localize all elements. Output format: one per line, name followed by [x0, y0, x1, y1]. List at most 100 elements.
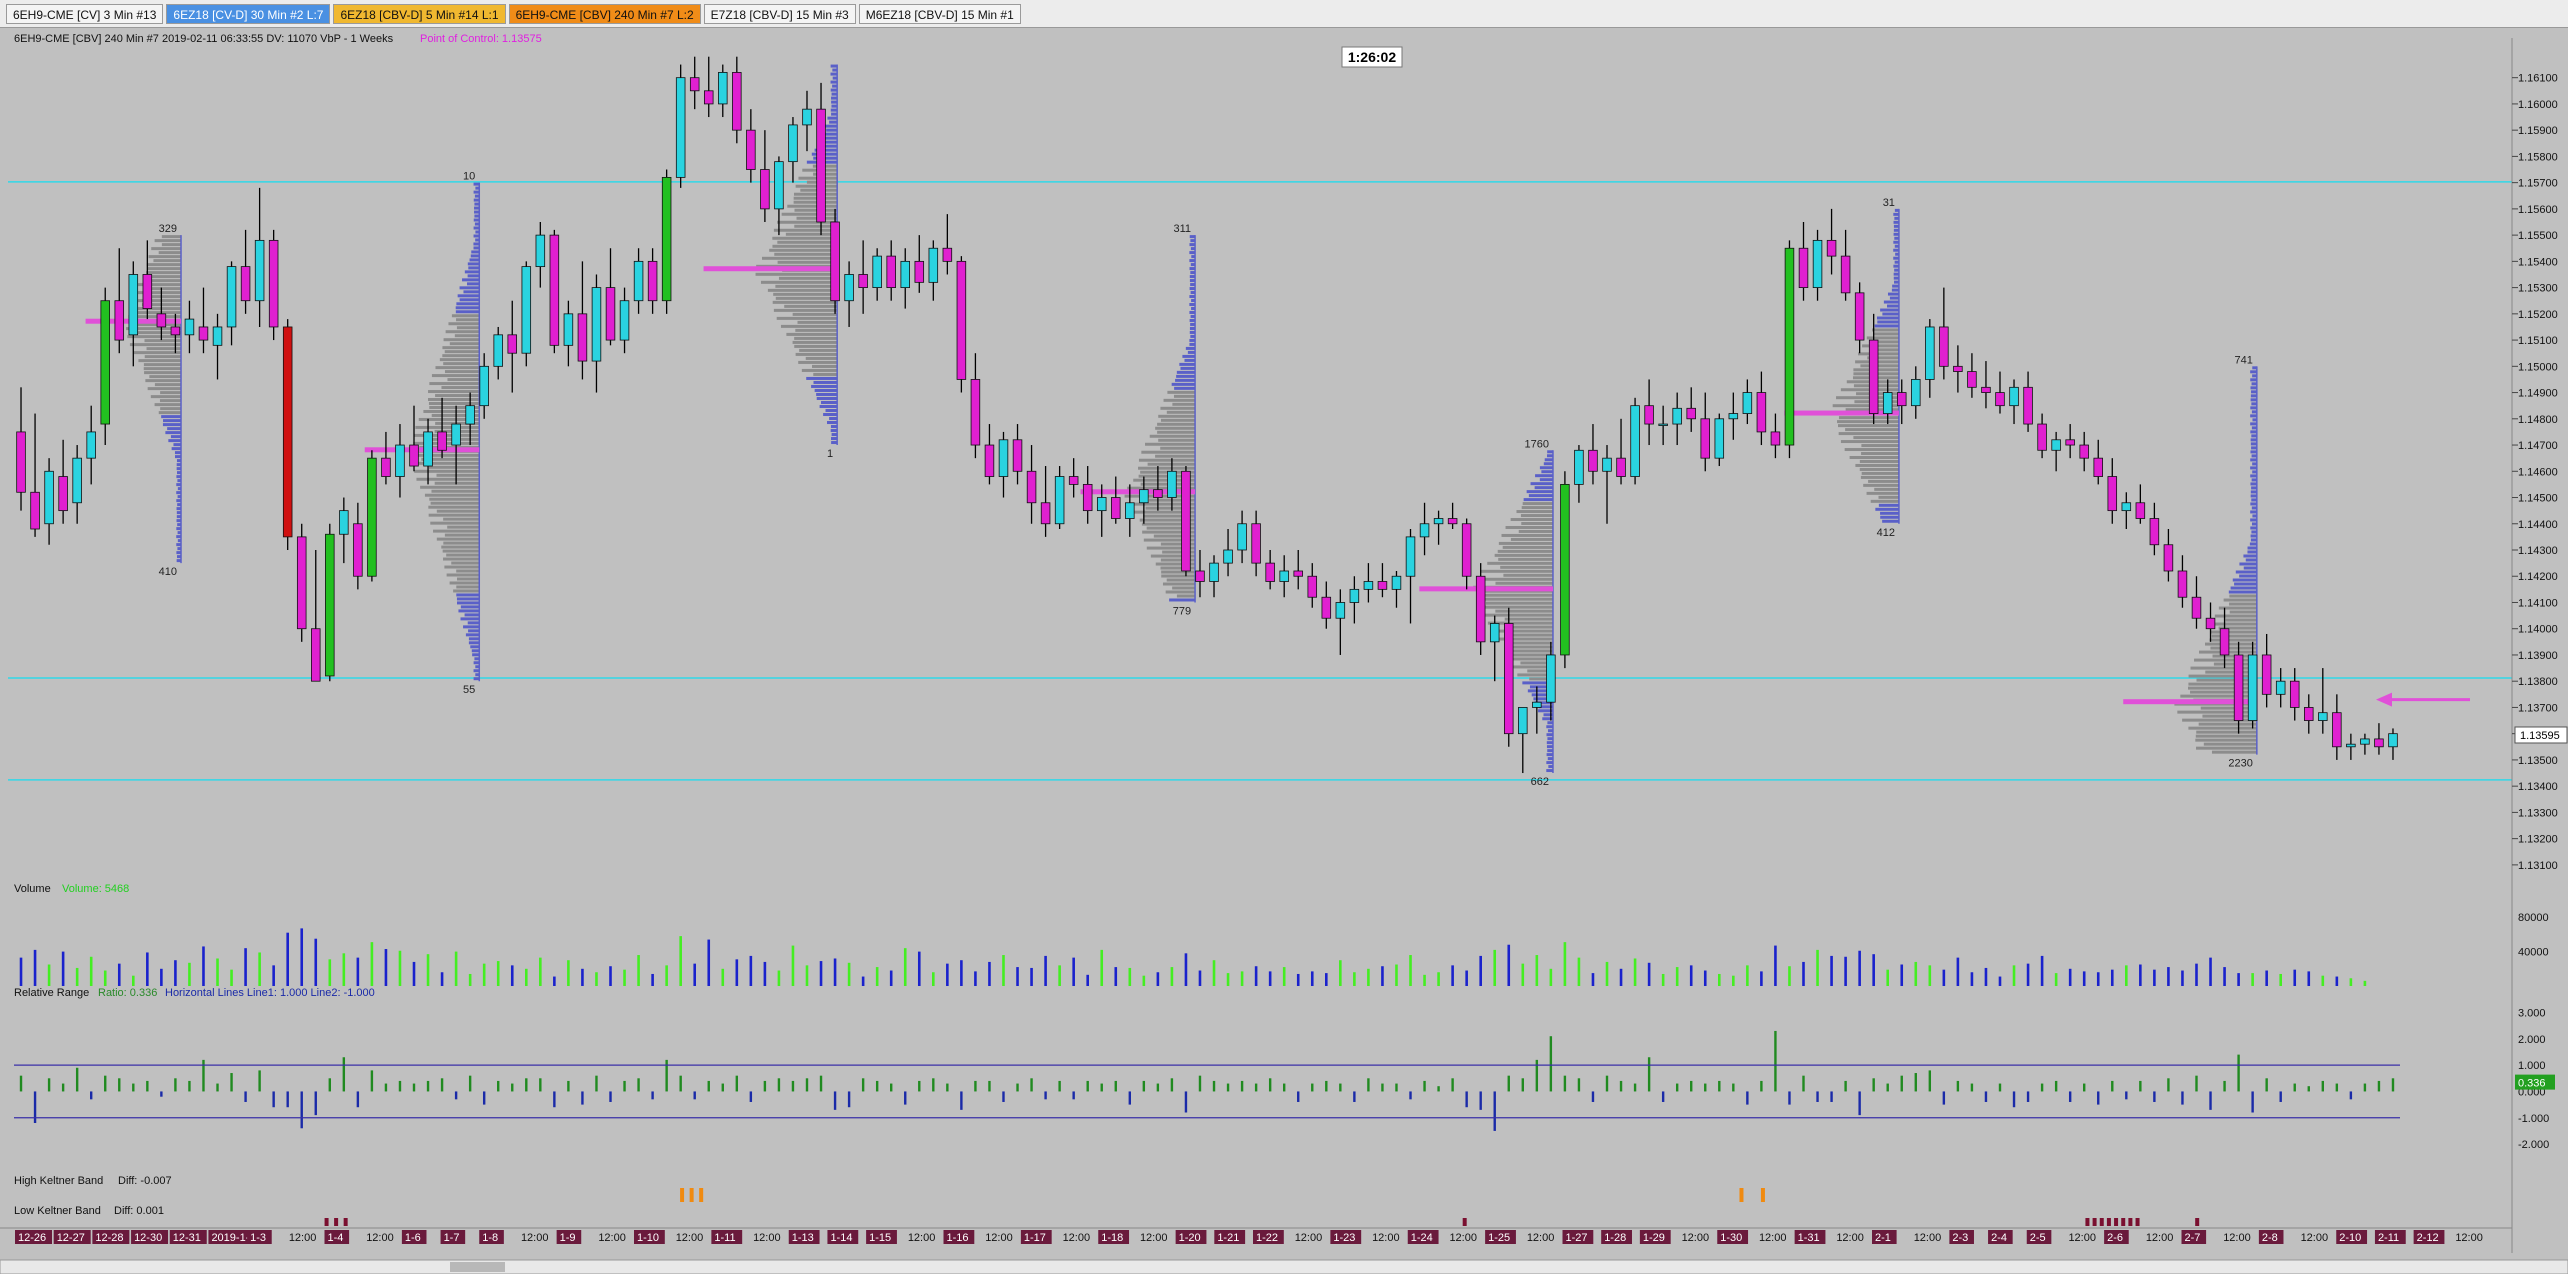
time-label: 1-21 [1217, 1232, 1239, 1244]
candle-body [1840, 255, 1851, 294]
time-label: 1-23 [1333, 1232, 1355, 1244]
profile-bar [2196, 730, 2257, 734]
chart-tab[interactable]: 6EZ18 [CV-D] 30 Min #2 L:7 [166, 3, 331, 24]
low-keltner-mark [343, 1218, 348, 1226]
profile-bar [429, 382, 480, 386]
high-keltner-mark [689, 1188, 694, 1202]
profile-bar [786, 332, 838, 336]
profile-bar [1172, 402, 1196, 406]
time-label: 2-8 [2262, 1232, 2278, 1244]
candle-body [1602, 457, 1612, 472]
candle-body [1153, 489, 1163, 498]
profile-bar [1840, 440, 1899, 444]
profile-bar [472, 653, 480, 657]
profile-bar [1837, 420, 1899, 424]
price-tick-label: 1.14500 [2518, 493, 2558, 505]
profile-bar [2239, 574, 2257, 578]
chart-tab[interactable]: 6EH9-CME [CBV] 240 Min #7 L:2 [508, 3, 701, 24]
profile-bar [456, 597, 480, 601]
candle-body [156, 313, 167, 328]
profile-bar [830, 80, 838, 84]
time-label: 12:00 [2146, 1232, 2174, 1244]
profile-bar [447, 525, 480, 529]
profile-bar [460, 605, 480, 609]
profile-bar [443, 338, 480, 342]
chart-tab[interactable]: 6EZ18 [CBV-D] 5 Min #14 L:1 [333, 3, 506, 24]
candle-body [619, 300, 630, 341]
profile-bar [1893, 228, 1899, 232]
profile-bar [416, 477, 480, 481]
profile-bar [1523, 498, 1553, 502]
horizontal-scrollbar[interactable] [0, 1259, 2568, 1274]
candle-body [1307, 575, 1318, 598]
profile-bar [441, 386, 480, 390]
profile-bar [1872, 328, 1899, 332]
profile-bar [1158, 414, 1196, 418]
candle-body [72, 457, 82, 504]
candle-body [254, 239, 265, 302]
time-label: 2-11 [2378, 1232, 2399, 1244]
candle-body [2318, 712, 2328, 721]
candle-body [44, 470, 54, 525]
profile-bar [171, 447, 182, 451]
profile-bar [1882, 312, 1899, 316]
candle-body [1265, 562, 1275, 582]
profile-bar [1189, 243, 1196, 247]
profile-bar [811, 364, 838, 368]
candle-body [1195, 570, 1205, 582]
profile-bar [146, 271, 182, 275]
profile-bar [473, 182, 480, 186]
profile-bar [454, 334, 480, 338]
profile-bar [1508, 649, 1553, 653]
profile-bar [775, 296, 838, 300]
profile-bar [148, 255, 182, 259]
profile-bar [473, 226, 480, 230]
time-label: 12:00 [1449, 1232, 1477, 1244]
profile-bar [760, 280, 838, 284]
profile-bar [798, 360, 838, 364]
price-tick-label: 1.15800 [2518, 151, 2558, 163]
profile-bar [1187, 350, 1196, 354]
time-label: 2-7 [2185, 1232, 2201, 1244]
high-keltner-mark [680, 1188, 685, 1202]
profile-bar [830, 72, 838, 76]
profile-bar [444, 370, 480, 374]
time-label: 1-17 [1024, 1232, 1046, 1244]
candle-body [58, 476, 68, 512]
profile-bar [1483, 597, 1553, 601]
price-tick-label: 1.14200 [2518, 571, 2558, 583]
profile-bar [1189, 338, 1196, 342]
candle-body [1419, 523, 1430, 538]
profile-bar [456, 569, 480, 573]
chart-tab[interactable]: 6EH9-CME [CV] 3 Min #13 [6, 3, 164, 24]
profile-bar [1882, 519, 1899, 523]
candle-body [732, 72, 742, 131]
profile-bar [1189, 326, 1196, 330]
profile-bar [1185, 346, 1196, 350]
profile-bar [173, 443, 182, 447]
profile-bar [464, 270, 480, 274]
profile-bar [1838, 432, 1899, 436]
price-chart[interactable]: 329 410 10 55 1 311 779 1760 662 31 412 741 2230 1.1… [0, 28, 2568, 1274]
scrollbar-thumb[interactable] [450, 1262, 505, 1272]
profile-bar [1893, 276, 1899, 280]
profile-bar [1492, 629, 1553, 633]
profile-bar [2250, 370, 2257, 374]
candle-body [844, 274, 854, 302]
candle-body [114, 300, 125, 341]
candle-body [1644, 405, 1654, 425]
profile-bar [1169, 598, 1196, 602]
profile-bar [1174, 386, 1196, 390]
time-label: 1-20 [1179, 1232, 1201, 1244]
candle-body [2346, 743, 2356, 748]
profile-bar [1893, 232, 1899, 236]
chart-tab[interactable]: E7Z18 [CBV-D] 15 Min #3 [703, 3, 856, 24]
profile-bar [2251, 498, 2257, 502]
price-tick-label: 1.14900 [2518, 388, 2558, 400]
profile-bar [154, 403, 182, 407]
chart-tab[interactable]: M6EZ18 [CBV-D] 15 Min #1 [858, 3, 1021, 24]
time-label: 12:00 [366, 1232, 394, 1244]
profile-bar [448, 322, 480, 326]
profile-bar [2210, 646, 2257, 650]
profile-bar [1189, 342, 1196, 346]
